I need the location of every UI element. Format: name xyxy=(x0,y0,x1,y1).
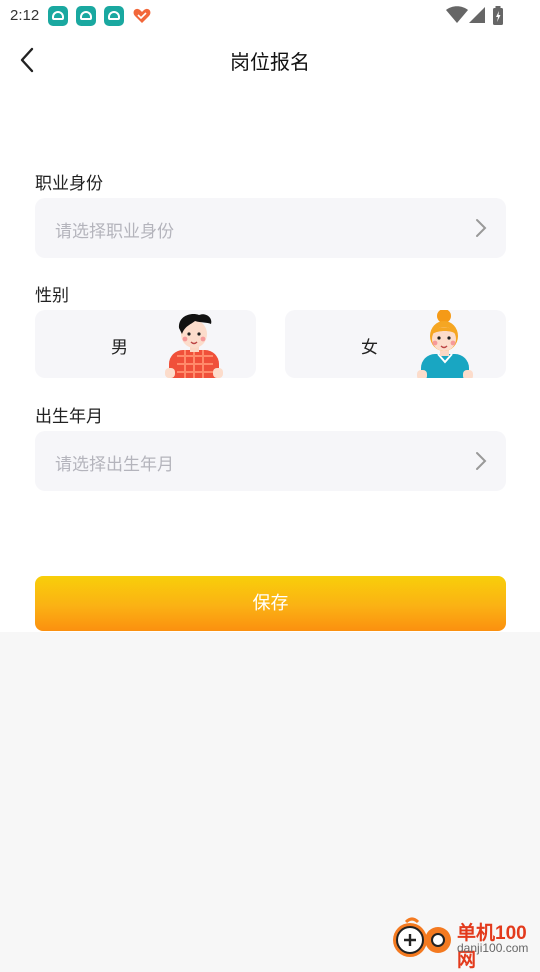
page-title: 岗位报名 xyxy=(230,52,310,74)
male-avatar-illustration xyxy=(165,314,223,378)
birth-date-select[interactable]: 请选择出生年月 xyxy=(35,431,506,491)
gender-female-option[interactable]: 女 xyxy=(285,310,506,378)
gender-label: 性别 xyxy=(35,286,69,305)
app-notification-icon xyxy=(76,6,96,26)
app-notification-icon xyxy=(48,6,68,26)
occupation-placeholder: 请选择职业身份 xyxy=(55,222,174,241)
cellular-signal-icon xyxy=(469,7,485,23)
watermark: 单机100网 danji100.com xyxy=(388,916,538,971)
birth-placeholder: 请选择出生年月 xyxy=(55,455,174,474)
battery-icon xyxy=(493,6,503,25)
gender-male-option[interactable]: 男 xyxy=(35,310,256,378)
app-notification-icon xyxy=(104,6,124,26)
status-time: 2:12 xyxy=(10,7,40,24)
occupation-select[interactable]: 请选择职业身份 xyxy=(35,198,506,258)
birth-label: 出生年月 xyxy=(35,407,103,426)
occupation-label: 职业身份 xyxy=(35,174,103,193)
status-bar: 2:12 xyxy=(0,0,540,32)
watermark-logo xyxy=(393,917,451,957)
gender-male-label: 男 xyxy=(111,338,128,357)
heart-icon xyxy=(133,8,151,23)
gender-female-label: 女 xyxy=(361,338,378,357)
chevron-right-icon xyxy=(476,219,487,237)
save-button[interactable]: 保存 xyxy=(35,576,506,631)
wifi-icon xyxy=(446,6,468,23)
female-avatar-illustration xyxy=(417,310,473,378)
chevron-right-icon xyxy=(476,452,487,470)
watermark-domain: danji100.com xyxy=(457,941,529,955)
